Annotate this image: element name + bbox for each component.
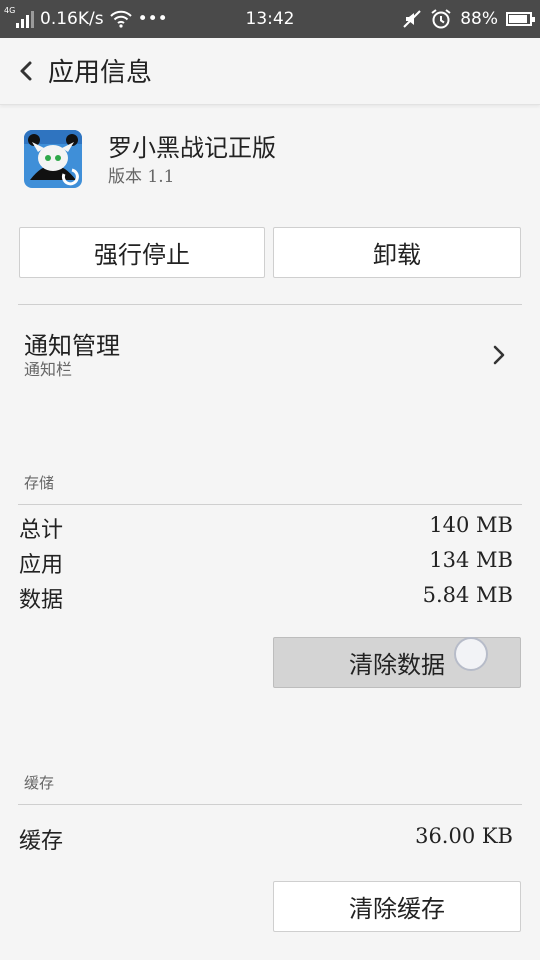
divider <box>18 804 522 805</box>
storage-total-label: 总计 <box>19 518 64 543</box>
cache-value: 36.00 KB <box>415 824 513 848</box>
alarm-icon <box>431 9 451 29</box>
notification-management-subtitle: 通知栏 <box>24 360 73 379</box>
battery-level <box>509 15 527 23</box>
storage-total-value: 140 MB <box>429 513 513 537</box>
storage-data-value: 5.84 MB <box>422 583 513 607</box>
cache-section-label: 缓存 <box>24 774 55 792</box>
battery-percent: 88% <box>460 9 498 29</box>
battery-icon <box>506 12 535 26</box>
page-title: 应用信息 <box>48 58 153 88</box>
cache-label: 缓存 <box>19 829 64 854</box>
back-arrow-icon[interactable] <box>14 56 38 86</box>
app-bar: 应用信息 <box>0 38 540 105</box>
storage-section-label: 存储 <box>24 474 55 492</box>
app-name: 罗小黑战记正版 <box>108 134 276 162</box>
app-icon <box>24 130 82 188</box>
notification-management-row[interactable]: 通知管理 通知栏 <box>0 318 540 388</box>
clear-cache-button[interactable]: 清除缓存 <box>273 881 521 932</box>
divider <box>18 304 522 305</box>
storage-app-value: 134 MB <box>429 548 513 572</box>
touch-indicator <box>454 637 488 671</box>
force-stop-button[interactable]: 强行停止 <box>19 227 265 278</box>
status-time: 13:42 <box>245 9 295 29</box>
storage-app-label: 应用 <box>19 553 64 578</box>
chevron-right-icon <box>493 345 505 365</box>
storage-data-label: 数据 <box>19 588 64 613</box>
status-bar: 4G 0.16K/s ••• 13:42 88% <box>0 0 540 38</box>
status-right: 88% <box>402 0 535 38</box>
app-version: 版本 1.1 <box>108 167 175 187</box>
mute-icon <box>403 10 421 28</box>
uninstall-button[interactable]: 卸载 <box>273 227 521 278</box>
divider <box>18 504 522 505</box>
